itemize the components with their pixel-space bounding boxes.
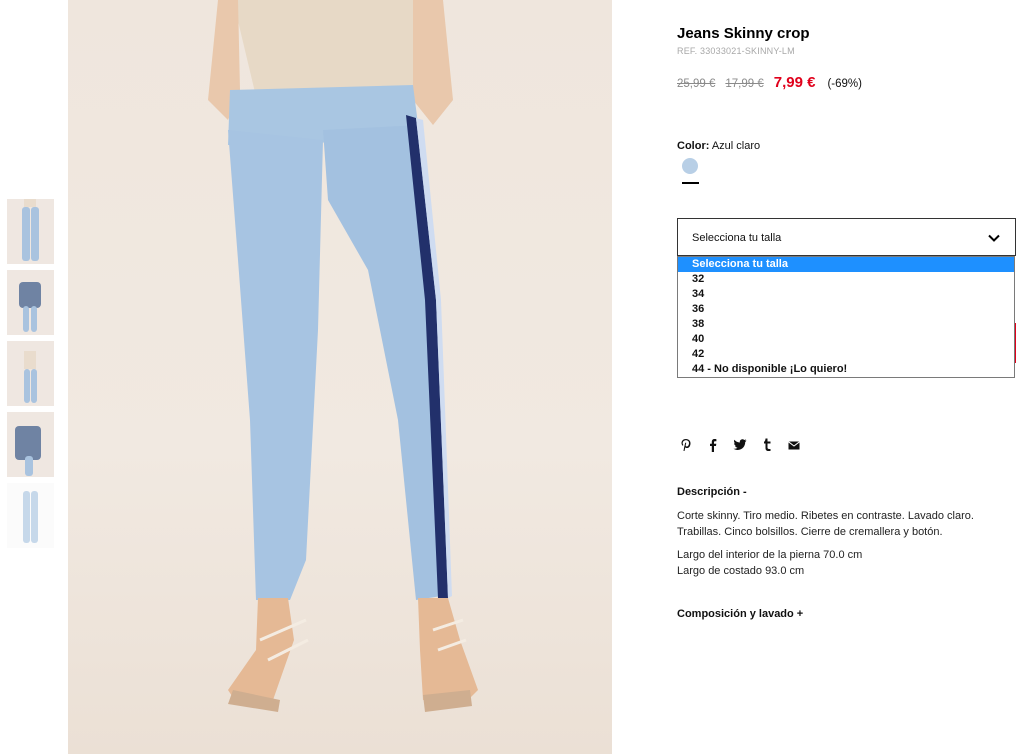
description-text: Corte skinny. Tiro medio. Ribetes en con… <box>677 510 974 538</box>
measurements: Largo del interior de la pierna 70.0 cm … <box>677 548 862 579</box>
size-option[interactable]: 32 <box>678 272 1014 287</box>
size-option[interactable]: 42 <box>678 347 1014 362</box>
size-dropdown-list: Selecciona tu talla 32 34 36 38 40 42 44… <box>677 256 1015 378</box>
color-label-prefix: Color: <box>677 140 710 152</box>
thumbnail-2[interactable] <box>7 270 54 335</box>
size-select-value: Selecciona tu talla <box>692 232 782 244</box>
price-block: 25,99 € 17,99 € 7,99 € (-69%) <box>677 74 862 91</box>
description-toggle[interactable]: Descripción - <box>677 486 747 498</box>
discount-percent: (-69%) <box>827 78 862 90</box>
pinterest-icon[interactable] <box>679 437 693 453</box>
size-option[interactable]: 44 - No disponible ¡Lo quiero! <box>678 362 1014 377</box>
measure-inseam: Largo del interior de la pierna 70.0 cm <box>677 549 863 561</box>
product-reference: REF. 33033021-SKINNY-LM <box>677 46 795 56</box>
previous-price: 17,99 € <box>725 78 764 90</box>
current-price: 7,99 € <box>773 74 816 91</box>
facebook-icon[interactable] <box>706 437 720 453</box>
color-swatch-azul-claro[interactable] <box>682 158 698 174</box>
composition-toggle[interactable]: Composición y lavado + <box>677 608 803 620</box>
size-select[interactable]: Selecciona tu talla <box>677 218 1016 256</box>
size-option[interactable]: 36 <box>678 302 1014 317</box>
thumbnail-1[interactable] <box>7 199 54 264</box>
share-icons <box>679 437 814 453</box>
size-option[interactable]: Selecciona tu talla <box>678 257 1014 272</box>
size-option[interactable]: 34 <box>678 287 1014 302</box>
thumbnail-list <box>7 199 55 554</box>
color-label: Color: Azul claro <box>677 140 760 152</box>
thumbnail-3[interactable] <box>7 341 54 406</box>
twitter-icon[interactable] <box>733 437 747 453</box>
mail-icon[interactable] <box>787 437 801 453</box>
swatch-selected-indicator <box>682 182 699 184</box>
color-value: Azul claro <box>711 140 761 152</box>
product-title: Jeans Skinny crop <box>677 25 810 42</box>
thumbnail-4[interactable] <box>7 412 54 477</box>
original-price: 25,99 € <box>677 78 716 90</box>
measure-outseam: Largo de costado 93.0 cm <box>677 564 805 577</box>
size-option[interactable]: 38 <box>678 317 1014 332</box>
product-image <box>68 0 612 754</box>
tumblr-icon[interactable] <box>760 437 774 453</box>
size-option[interactable]: 40 <box>678 332 1014 347</box>
chevron-down-icon <box>988 234 1000 242</box>
thumbnail-5[interactable] <box>7 483 54 548</box>
